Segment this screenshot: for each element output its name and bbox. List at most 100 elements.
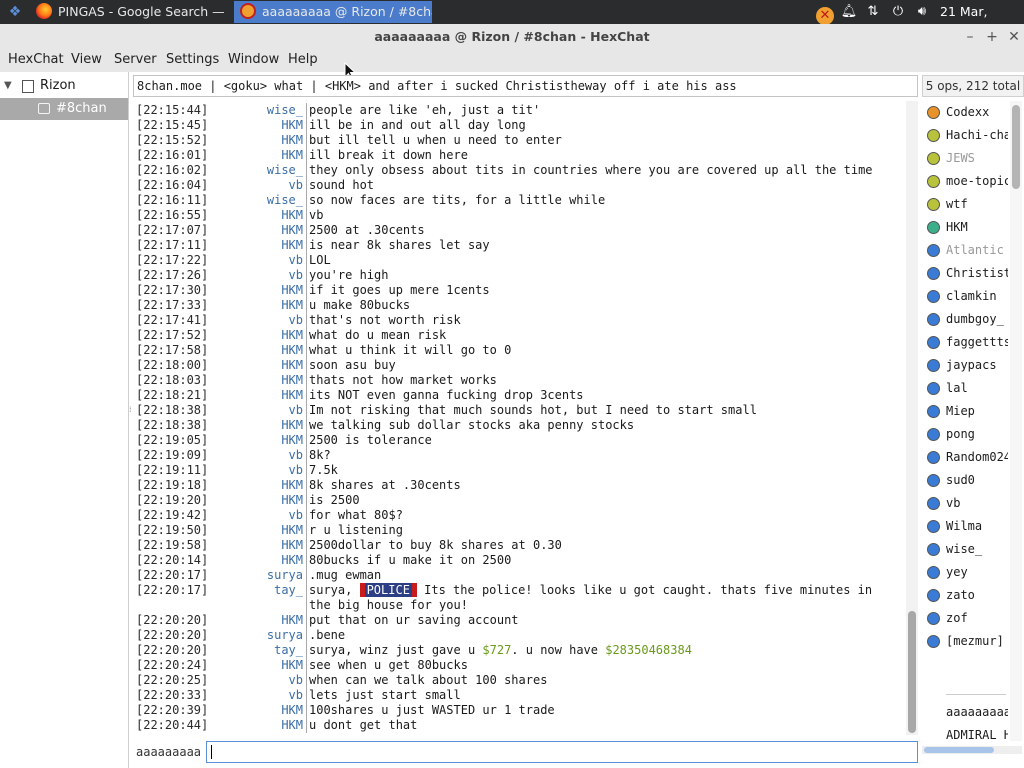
message-nick[interactable]: vb bbox=[233, 463, 303, 478]
user-list-item[interactable]: aaaaaaaaa bbox=[924, 701, 1008, 724]
close-button[interactable]: ✕ bbox=[1004, 26, 1024, 48]
message-nick[interactable]: HKM bbox=[233, 658, 303, 673]
user-list-scrollbar-thumb[interactable] bbox=[1012, 105, 1020, 189]
user-list-item[interactable]: yey bbox=[924, 561, 1008, 584]
message-nick[interactable]: vb bbox=[233, 403, 303, 418]
user-list-item[interactable]: wtf bbox=[924, 193, 1008, 216]
message-nick[interactable]: HKM bbox=[233, 343, 303, 358]
user-list-item[interactable]: Codexx bbox=[924, 101, 1008, 124]
chat-scrollbar[interactable] bbox=[906, 101, 918, 735]
message-nick[interactable]: wise_ bbox=[233, 163, 303, 178]
message-nick[interactable]: tay_ bbox=[233, 643, 303, 658]
user-list-item[interactable]: faggettts bbox=[924, 331, 1008, 354]
message-nick[interactable]: surya bbox=[233, 568, 303, 583]
message-nick[interactable]: wise_ bbox=[233, 193, 303, 208]
message-nick[interactable]: HKM bbox=[233, 373, 303, 388]
user-list-hscrollbar[interactable] bbox=[922, 746, 1022, 754]
user-list-hscrollbar-thumb[interactable] bbox=[924, 747, 994, 753]
message-nick[interactable]: surya bbox=[233, 628, 303, 643]
user-list-item[interactable]: [mezmur] bbox=[924, 630, 1008, 653]
message-nick[interactable]: HKM bbox=[233, 298, 303, 313]
message-nick[interactable]: HKM bbox=[233, 388, 303, 403]
message-nick[interactable]: HKM bbox=[233, 538, 303, 553]
user-list-item[interactable]: wise_ bbox=[924, 538, 1008, 561]
user-list-item[interactable]: HKM bbox=[924, 216, 1008, 239]
user-list-item[interactable]: pong bbox=[924, 423, 1008, 446]
menu-server[interactable]: Server bbox=[114, 50, 157, 72]
message-nick[interactable]: HKM bbox=[233, 613, 303, 628]
app-menu-icon[interactable]: ❖ bbox=[6, 3, 24, 21]
message-nick[interactable]: HKM bbox=[233, 223, 303, 238]
message-nick[interactable]: HKM bbox=[233, 148, 303, 163]
user-list-item[interactable]: zato bbox=[924, 584, 1008, 607]
message-nick[interactable]: vb bbox=[233, 313, 303, 328]
message-input[interactable] bbox=[206, 741, 918, 763]
user-list-item[interactable]: jaypacs bbox=[924, 354, 1008, 377]
message-nick[interactable]: vb bbox=[233, 688, 303, 703]
message-nick[interactable]: HKM bbox=[233, 553, 303, 568]
message-nick[interactable]: HKM bbox=[233, 493, 303, 508]
message-nick[interactable]: vb bbox=[233, 673, 303, 688]
power-icon[interactable]: ⏻ bbox=[888, 0, 908, 24]
minimize-button[interactable]: – bbox=[960, 26, 980, 48]
expand-arrow-icon[interactable]: ▼ bbox=[4, 75, 12, 97]
message-nick[interactable]: HKM bbox=[233, 703, 303, 718]
user-list-item[interactable]: sud0 bbox=[924, 469, 1008, 492]
message-nick[interactable]: HKM bbox=[233, 238, 303, 253]
volume-icon[interactable]: 🔊︎ bbox=[910, 0, 934, 24]
user-list-item[interactable]: ADMIRAL_H bbox=[924, 724, 1008, 741]
window-titlebar[interactable]: aaaaaaaaa @ Rizon / #8chan - HexChat – +… bbox=[0, 24, 1024, 50]
tree-channel-8chan[interactable]: #8chan bbox=[0, 98, 128, 120]
notification-bell-icon[interactable]: 🔔︎ bbox=[840, 0, 858, 24]
message-nick[interactable]: HKM bbox=[233, 358, 303, 373]
message-nick[interactable]: HKM bbox=[233, 118, 303, 133]
menu-hexchat[interactable]: HexChat bbox=[8, 50, 64, 72]
message-nick[interactable]: wise_ bbox=[233, 103, 303, 118]
menu-help[interactable]: Help bbox=[288, 50, 318, 72]
message-nick[interactable]: HKM bbox=[233, 283, 303, 298]
menu-view[interactable]: View bbox=[71, 50, 102, 72]
message-nick[interactable]: HKM bbox=[233, 208, 303, 223]
user-list-item[interactable]: lal bbox=[924, 377, 1008, 400]
topic-bar[interactable]: 8chan.moe | <goku> what | <HKM> and afte… bbox=[133, 75, 918, 97]
message-nick[interactable]: HKM bbox=[233, 328, 303, 343]
nick-button[interactable]: aaaaaaaaa bbox=[133, 742, 205, 762]
user-list-item[interactable]: JEWS bbox=[924, 147, 1008, 170]
maximize-button[interactable]: + bbox=[982, 26, 1002, 48]
chat-scrollbar-thumb[interactable] bbox=[908, 611, 916, 733]
user-list-item[interactable]: Miep bbox=[924, 400, 1008, 423]
user-list-item[interactable]: dumbgoy_ bbox=[924, 308, 1008, 331]
message-nick[interactable]: HKM bbox=[233, 133, 303, 148]
user-list-item[interactable]: Wilma bbox=[924, 515, 1008, 538]
network-icon[interactable]: ⇅ bbox=[862, 0, 884, 24]
message-nick[interactable]: vb bbox=[233, 178, 303, 193]
chat-area[interactable]: [22:15:44] wise_ people are like 'eh, just… bbox=[133, 101, 903, 735]
taskbar-task-firefox[interactable]: PINGAS - Google Search — ... bbox=[36, 1, 228, 23]
user-list-item[interactable]: moe-topic bbox=[924, 170, 1008, 193]
user-list-item[interactable]: zof bbox=[924, 607, 1008, 630]
user-list-scrollbar[interactable] bbox=[1010, 101, 1022, 741]
taskbar-task-hexchat[interactable]: aaaaaaaaa @ Rizon / #8cha... bbox=[234, 1, 432, 23]
message-nick[interactable]: HKM bbox=[233, 718, 303, 733]
message-nick[interactable]: HKM bbox=[233, 433, 303, 448]
user-list-item[interactable]: Christist bbox=[924, 262, 1008, 285]
nick-separator[interactable] bbox=[306, 103, 307, 733]
clock[interactable]: 21 Mar, 22:21 bbox=[934, 0, 1024, 43]
message-nick[interactable]: HKM bbox=[233, 478, 303, 493]
hexchat-tray-icon[interactable]: ✕ bbox=[814, 0, 836, 25]
message-nick[interactable]: vb bbox=[233, 508, 303, 523]
user-list-item[interactable]: Random024 bbox=[924, 446, 1008, 469]
user-list-item[interactable]: Hachi-cha bbox=[924, 124, 1008, 147]
message-nick[interactable]: tay_ bbox=[233, 583, 303, 598]
message-nick[interactable]: vb bbox=[233, 448, 303, 463]
message-nick[interactable]: vb bbox=[233, 268, 303, 283]
menu-settings[interactable]: Settings bbox=[166, 50, 219, 72]
user-list-item[interactable]: vb bbox=[924, 492, 1008, 515]
message-nick[interactable]: HKM bbox=[233, 418, 303, 433]
menu-window[interactable]: Window bbox=[228, 50, 279, 72]
tree-server-rizon[interactable]: ▼ Rizon bbox=[0, 75, 128, 97]
message-nick[interactable]: HKM bbox=[233, 523, 303, 538]
message-nick[interactable]: vb bbox=[233, 253, 303, 268]
user-list-item[interactable]: Atlantic bbox=[924, 239, 1008, 262]
user-list-item[interactable]: clamkin bbox=[924, 285, 1008, 308]
